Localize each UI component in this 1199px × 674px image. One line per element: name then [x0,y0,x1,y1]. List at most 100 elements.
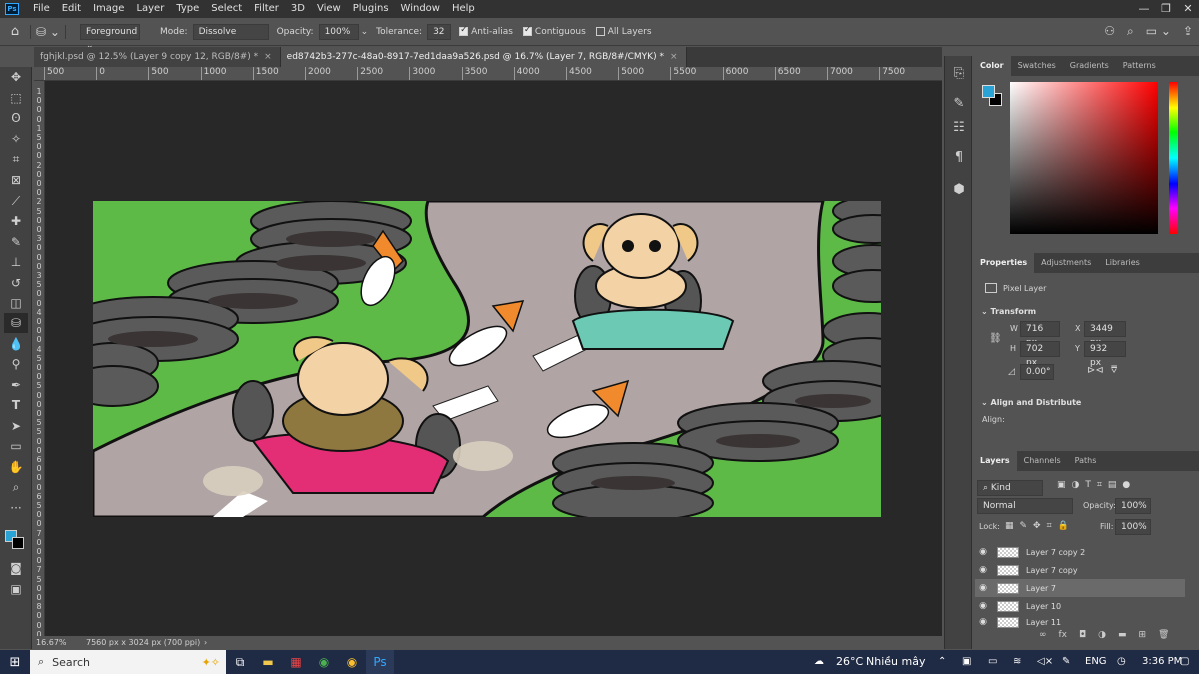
menu-file[interactable]: File [27,0,56,18]
search-icon[interactable]: ⌕ [1127,24,1134,39]
flip-vertical-icon[interactable]: ⩢ [1111,365,1117,376]
tab-libraries[interactable]: Libraries [1098,253,1147,273]
flip-horizontal-icon[interactable]: ⊳⊲ [1087,365,1104,376]
background-color-swatch[interactable] [12,537,24,549]
stamp-tool-icon[interactable]: ⊥ [4,252,28,272]
tab-paths[interactable]: Paths [1068,451,1104,471]
frame-tool-icon[interactable]: ⊠ [4,170,28,190]
clock-icon[interactable]: ◷ [1117,650,1126,674]
menu-plugins[interactable]: Plugins [347,0,395,18]
menu-filter[interactable]: Filter [248,0,285,18]
layer-row[interactable]: ◉ Layer 11 [975,615,1185,629]
anti-alias-checkbox[interactable]: Anti-alias [459,25,513,37]
network-icon[interactable]: ≋ [1013,650,1021,674]
adjustments-panel-icon[interactable]: ☷ [949,118,969,138]
layer-row[interactable]: ◉ Layer 7 copy [975,561,1185,579]
volume-icon[interactable]: ◁× [1037,650,1053,674]
vertical-ruler[interactable]: 1000150020002500300035004000450050005500… [34,81,45,636]
taskbar-search-box[interactable]: ⌕ Search ✦✧ [30,650,226,674]
paint-bucket-tool-icon[interactable]: ⛁ [4,313,28,333]
hue-slider[interactable] [1169,82,1178,234]
screen-mode-icon[interactable]: ▣ [4,579,28,599]
tab-swatches[interactable]: Swatches [1011,56,1063,76]
menu-edit[interactable]: Edit [56,0,87,18]
zoom-tool-icon[interactable]: ⌕ [4,477,28,497]
lasso-tool-icon[interactable]: ʘ [4,108,28,128]
layer-filter-select[interactable]: ⌕ Kind [977,480,1043,496]
menu-window[interactable]: Window [395,0,446,18]
transform-section-header[interactable]: ⌄ Transform [981,307,1036,316]
share-icon[interactable]: ⚇ [1104,24,1115,39]
delete-layer-icon[interactable]: 🗑 [1158,630,1169,640]
close-tab-icon[interactable]: × [670,52,678,62]
tab-layers[interactable]: Layers [973,451,1017,471]
opacity-input[interactable]: 100% [318,23,359,40]
menu-type[interactable]: Type [170,0,205,18]
path-selection-tool-icon[interactable]: ➤ [4,416,28,436]
horizontal-ruler[interactable]: 500 0 500 1000 1500 2000 2500 3000 3500 4000 4500 5… [34,67,942,81]
layer-effects-icon[interactable]: fx [1059,630,1068,640]
new-layer-icon[interactable]: ⊞ [1139,630,1147,640]
fill-input[interactable]: 100% [1115,519,1151,535]
tolerance-input[interactable]: 32 [427,23,452,40]
tab-channels[interactable]: Channels [1017,451,1068,471]
y-input[interactable]: 932 px [1084,341,1126,368]
canvas-area[interactable] [45,81,942,636]
history-panel-icon[interactable]: ⎘ [949,64,969,84]
blend-mode-select[interactable]: Normal [977,498,1073,514]
share-document-icon[interactable]: ⇪ [1183,24,1193,39]
add-mask-icon[interactable]: ◘ [1079,630,1086,640]
home-icon[interactable]: ⌂ [0,24,30,39]
brush-tool-icon[interactable]: ✎ [4,232,28,252]
layer-row-selected[interactable]: ◉ Layer 7 [975,579,1185,597]
link-layers-icon[interactable]: ∞ [1039,630,1047,640]
color-picker-field[interactable] [1010,82,1158,234]
paragraph-panel-icon[interactable]: ¶ [949,148,969,168]
tab-patterns[interactable]: Patterns [1116,56,1163,76]
healing-brush-tool-icon[interactable]: ✚ [4,211,28,231]
paint-bucket-preset-icon[interactable]: ⛁ ⌄ [30,24,66,39]
blur-tool-icon[interactable]: 💧 [4,334,28,354]
tab-adjustments[interactable]: Adjustments [1034,253,1098,273]
type-tool-icon[interactable]: T [4,395,28,415]
file-explorer-icon[interactable]: ▬ [254,650,282,674]
brush-settings-panel-icon[interactable]: ✎ [949,94,969,114]
tab-document-2[interactable]: ed8742b3-277c-48a0-8917-7ed1daa9a526.psd… [280,47,687,67]
menu-layer[interactable]: Layer [130,0,170,18]
eyedropper-tool-icon[interactable]: ⟋ [4,191,28,211]
notifications-icon[interactable]: ▢ [1180,650,1189,674]
3d-panel-icon[interactable]: ⬢ [949,180,969,200]
marquee-tool-icon[interactable]: ⬚ [4,88,28,108]
visibility-eye-icon[interactable]: ◉ [975,547,991,557]
weather-icon[interactable]: ☁ [814,650,824,674]
zoom-level[interactable]: 16.67% [34,638,86,647]
layer-opacity-input[interactable]: 100% [1115,498,1151,514]
contiguous-checkbox[interactable]: Contiguous [522,25,586,37]
move-tool-icon[interactable]: ✥ [4,67,28,87]
layer-row[interactable]: ◉ Layer 7 copy 2 [975,543,1185,561]
weather-description[interactable]: Nhiều mây [866,650,925,674]
fill-source-select[interactable]: Foreground ⌄ [80,23,140,51]
adjustment-layer-icon[interactable]: ◑ [1098,630,1106,640]
dodge-tool-icon[interactable]: ⚲ [4,354,28,374]
angle-input[interactable]: 0.00° [1020,364,1054,380]
height-input[interactable]: 702 px [1020,341,1060,368]
menu-view[interactable]: View [311,0,347,18]
tab-color[interactable]: Color [973,56,1011,76]
quick-mask-icon[interactable]: ◙ [4,558,28,578]
tab-document-1[interactable]: fghjkl.psd @ 12.5% (Layer 9 copy 12, RGB… [34,47,281,67]
rectangle-tool-icon[interactable]: ▭ [4,436,28,456]
hand-tool-icon[interactable]: ✋ [4,457,28,477]
close-tab-icon[interactable]: × [264,52,272,62]
color-panel-foreground-swatch[interactable] [982,85,995,98]
history-brush-tool-icon[interactable]: ↺ [4,273,28,293]
chrome-icon[interactable]: ◉ [310,650,338,674]
language-indicator[interactable]: ENG [1085,650,1107,674]
minimize-button[interactable]: — [1133,0,1155,18]
lock-options-icons[interactable]: ▦✎✥⌗🔒 [1005,521,1075,531]
menu-help[interactable]: Help [446,0,481,18]
chrome-icon-2[interactable]: ◉ [338,650,366,674]
menu-select[interactable]: Select [205,0,248,18]
align-distribute-section-header[interactable]: ⌄ Align and Distribute [981,398,1081,407]
menu-image[interactable]: Image [87,0,130,18]
